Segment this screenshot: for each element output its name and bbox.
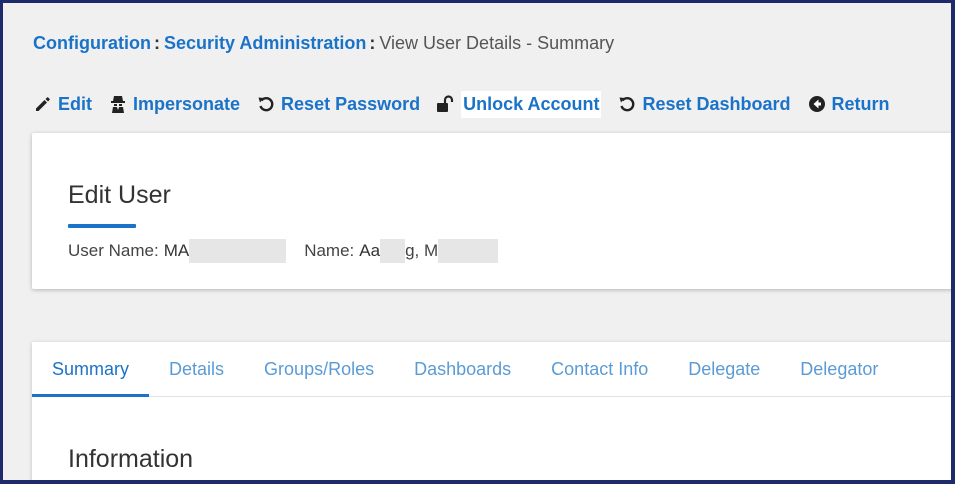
tab-details[interactable]: Details xyxy=(149,342,244,396)
card-title: Edit User xyxy=(68,181,171,209)
details-panel: Summary Details Groups/Roles Dashboards … xyxy=(32,342,951,480)
action-toolbar: Edit Impersonate Reset Password Unlock A… xyxy=(33,89,906,119)
title-underline xyxy=(68,224,136,228)
name-value-part1: Aa xyxy=(359,241,381,260)
breadcrumb-current-page: View User Details - Summary xyxy=(379,32,615,53)
redacted-block xyxy=(189,239,287,263)
app-frame: Configuration : Security Administration … xyxy=(3,3,951,480)
impersonate-button[interactable]: Impersonate xyxy=(108,94,240,115)
unlock-account-button-label: Unlock Account xyxy=(461,90,602,118)
information-heading: Information xyxy=(68,445,194,473)
unlock-account-button[interactable]: Unlock Account xyxy=(436,90,602,118)
user-name-value: MA xyxy=(163,241,190,260)
tab-delegate[interactable]: Delegate xyxy=(668,342,780,396)
edit-user-card: Edit User User Name: MA Name: Aa g, M xyxy=(32,133,951,289)
breadcrumb: Configuration : Security Administration … xyxy=(33,31,614,55)
tab-groups-roles[interactable]: Groups/Roles xyxy=(244,342,394,396)
breadcrumb-configuration-link[interactable]: Configuration xyxy=(33,33,151,54)
user-name-label: User Name: xyxy=(68,241,159,260)
tab-dashboards[interactable]: Dashboards xyxy=(394,342,531,396)
breadcrumb-separator: : xyxy=(153,32,160,53)
tab-bar: Summary Details Groups/Roles Dashboards … xyxy=(32,342,951,397)
name-label: Name: xyxy=(304,241,355,260)
arrow-left-circle-icon xyxy=(807,94,827,114)
user-secret-icon xyxy=(108,94,128,114)
return-button-label: Return xyxy=(831,93,890,114)
name-value-part2: g, M xyxy=(405,241,439,260)
tab-contact-info[interactable]: Contact Info xyxy=(531,342,668,396)
redacted-block xyxy=(438,239,499,263)
return-button[interactable]: Return xyxy=(807,94,890,115)
reset-dashboard-button-label: Reset Dashboard xyxy=(642,93,791,114)
tab-summary[interactable]: Summary xyxy=(32,342,150,397)
impersonate-button-label: Impersonate xyxy=(133,93,241,114)
edit-button-label: Edit xyxy=(58,93,92,114)
reset-password-button[interactable]: Reset Password xyxy=(256,94,420,115)
pencil-icon xyxy=(33,94,53,114)
breadcrumb-separator: : xyxy=(369,32,376,53)
tab-delegator[interactable]: Delegator xyxy=(780,342,898,396)
user-meta: User Name: MA Name: Aa g, M xyxy=(68,239,499,263)
edit-button[interactable]: Edit xyxy=(33,94,92,115)
breadcrumb-security-administration-link[interactable]: Security Administration xyxy=(164,33,366,54)
unlock-icon xyxy=(436,94,456,114)
redacted-block xyxy=(380,239,406,263)
undo-icon xyxy=(617,94,637,114)
undo-icon xyxy=(256,94,276,114)
reset-dashboard-button[interactable]: Reset Dashboard xyxy=(617,93,791,115)
reset-password-button-label: Reset Password xyxy=(281,93,421,114)
